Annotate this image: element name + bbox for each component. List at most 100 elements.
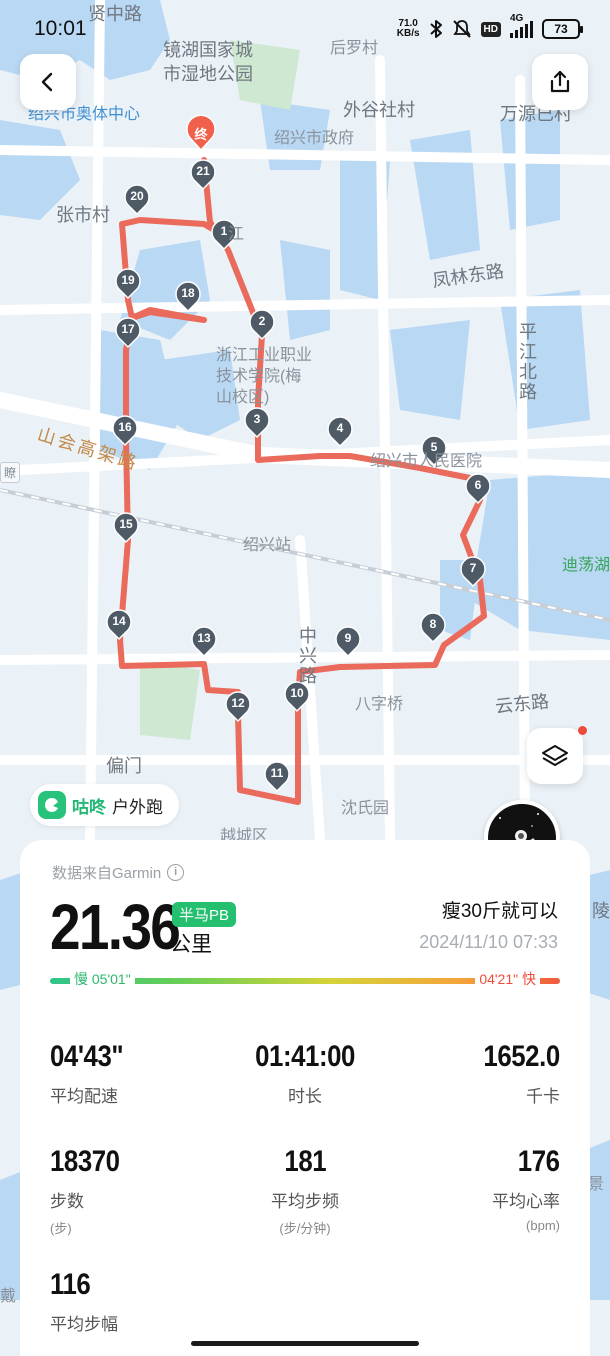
activity-type: 户外跑 xyxy=(112,797,163,817)
stat-calories-label: 千卡 xyxy=(526,1087,560,1106)
km-marker-label: 2 xyxy=(259,314,266,328)
km-marker-9[interactable]: 9 xyxy=(335,626,361,658)
km-marker-11[interactable]: 11 xyxy=(264,761,290,793)
distance-value: 21.36 xyxy=(50,891,181,963)
chevron-left-icon xyxy=(41,72,53,92)
map-label-station: 绍兴站 xyxy=(243,537,292,554)
finish-marker-label: 终 xyxy=(194,127,208,143)
mute-icon xyxy=(452,20,471,38)
km-marker-16[interactable]: 16 xyxy=(112,415,138,447)
map-label-pianmen: 偏门 xyxy=(106,756,142,776)
cellular-signal: 4G xyxy=(510,13,533,38)
km-marker-4[interactable]: 4 xyxy=(327,416,353,448)
pace-fast-label: 04'21" 快 xyxy=(475,969,540,989)
share-button[interactable] xyxy=(532,54,588,110)
pb-badge: 半马PB xyxy=(172,902,237,927)
stat-steps-unit: (步) xyxy=(50,1221,72,1236)
km-marker-label: 17 xyxy=(121,322,135,336)
network-type: 4G xyxy=(510,13,524,24)
run-date: 2024/11/10 07:33 xyxy=(419,932,558,952)
km-marker-label: 21 xyxy=(196,164,210,178)
data-source-text: 数据来自Garmin xyxy=(52,865,162,882)
km-marker-label: 16 xyxy=(118,420,132,434)
back-button[interactable] xyxy=(20,54,76,110)
km-marker-label: 14 xyxy=(112,614,126,628)
km-marker-20[interactable]: 20 xyxy=(124,184,150,216)
km-marker-10[interactable]: 10 xyxy=(284,681,310,713)
stat-cadence-value: 181 xyxy=(284,1145,326,1178)
map-label-dixiang-lake: 迪荡湖 xyxy=(562,557,610,574)
km-marker-label: 11 xyxy=(271,766,284,780)
stat-avg-pace-label: 平均配速 xyxy=(50,1087,118,1106)
map-label-pingjiang-road: 平江北路 xyxy=(517,322,537,402)
stat-calories-value: 1652.0 xyxy=(483,1040,561,1073)
network-speed: 71.0 KB/s xyxy=(397,19,420,39)
km-marker-19[interactable]: 19 xyxy=(115,268,141,300)
km-marker-21[interactable]: 21 xyxy=(190,159,216,191)
km-marker-2[interactable]: 2 xyxy=(249,309,275,341)
km-marker-13[interactable]: 13 xyxy=(191,626,217,658)
run-summary-card: 数据来自Garmin i 21.36 半马PB 公里 瘦30斤就可以 2024/… xyxy=(20,840,590,1356)
bluetooth-icon xyxy=(429,20,442,38)
status-icons: 71.0 KB/s HD 4G 73 xyxy=(397,13,583,42)
hd-icon: HD xyxy=(480,21,501,37)
km-marker-label: 10 xyxy=(290,686,304,700)
map-label-bazi-bridge: 八字桥 xyxy=(355,696,404,713)
km-marker-3[interactable]: 3 xyxy=(244,407,270,439)
km-marker-label: 18 xyxy=(181,286,195,300)
map-label-shenshi-garden: 沈氏园 xyxy=(341,800,390,817)
map-label-liao: 瞭 xyxy=(0,462,21,483)
stat-duration: 01:41:00 时长 xyxy=(205,1040,405,1107)
stat-stride-value: 116 xyxy=(50,1268,91,1301)
battery-icon: 73 xyxy=(542,19,583,39)
home-indicator[interactable] xyxy=(191,1341,419,1346)
share-icon xyxy=(550,70,570,93)
user-name[interactable]: 瘦30斤就可以 xyxy=(442,896,558,923)
status-bar: 10:01 71.0 KB/s HD 4G 73 xyxy=(0,0,610,56)
stat-stride-label: 平均步幅 xyxy=(50,1315,118,1334)
finish-marker[interactable]: 终 xyxy=(186,114,216,152)
stat-duration-value: 01:41:00 xyxy=(255,1040,355,1073)
km-marker-label: 1 xyxy=(221,224,228,238)
app-brand-name: 咕咚 xyxy=(72,797,106,817)
stat-cadence: 181 平均步频 (步/分钟) xyxy=(205,1145,405,1237)
distance-unit: 公里 xyxy=(170,933,212,956)
stat-cadence-unit: (步/分钟) xyxy=(279,1221,331,1236)
stat-steps-label: 步数 xyxy=(50,1192,84,1211)
stat-steps-value: 18370 xyxy=(50,1145,120,1178)
map-label-dai: 戴 xyxy=(0,1288,17,1305)
map-label-city-government: 绍兴市政府 xyxy=(274,130,355,147)
info-icon[interactable]: i xyxy=(167,864,185,881)
map-label-jing: 景 xyxy=(588,1176,605,1193)
network-speed-unit: KB/s xyxy=(396,28,420,39)
km-marker-label: 6 xyxy=(475,478,482,492)
pace-range-bar: 慢 05'01" 04'21" 快 xyxy=(50,969,560,989)
status-time: 10:01 xyxy=(34,17,87,40)
stat-heart-rate: 176 平均心率 (bpm) xyxy=(492,1145,560,1233)
km-marker-12[interactable]: 12 xyxy=(225,691,251,723)
km-marker-label: 13 xyxy=(197,631,211,645)
km-marker-18[interactable]: 18 xyxy=(175,281,201,313)
km-marker-label: 20 xyxy=(130,189,144,203)
stat-calories: 1652.0 千卡 xyxy=(471,1040,561,1107)
km-marker-8[interactable]: 8 xyxy=(420,612,446,644)
km-marker-6[interactable]: 6 xyxy=(465,473,491,505)
km-marker-label: 8 xyxy=(430,617,437,631)
stat-duration-label: 时长 xyxy=(288,1087,322,1106)
km-marker-label: 4 xyxy=(337,421,344,435)
km-marker-label: 9 xyxy=(345,631,352,645)
map-label-hospital: 绍兴市人民医院 xyxy=(370,453,483,470)
app-source-badge[interactable]: 咕咚 户外跑 xyxy=(30,784,179,826)
km-marker-label: 15 xyxy=(119,517,133,531)
map-label-waigu-village: 外谷社村 xyxy=(343,100,415,120)
map-layers-button[interactable] xyxy=(527,726,587,784)
map-label-zhangshi-village: 张市村 xyxy=(56,205,110,225)
km-marker-17[interactable]: 17 xyxy=(115,317,141,349)
km-marker-14[interactable]: 14 xyxy=(106,609,132,641)
stat-avg-pace: 04'43" 平均配速 xyxy=(50,1040,135,1107)
km-marker-label: 7 xyxy=(470,561,477,575)
pace-slow-label: 慢 05'01" xyxy=(70,969,135,989)
stat-steps: 18370 步数 (步) xyxy=(50,1145,131,1237)
km-marker-15[interactable]: 15 xyxy=(113,512,139,544)
stat-avg-pace-value: 04'43" xyxy=(50,1040,124,1073)
